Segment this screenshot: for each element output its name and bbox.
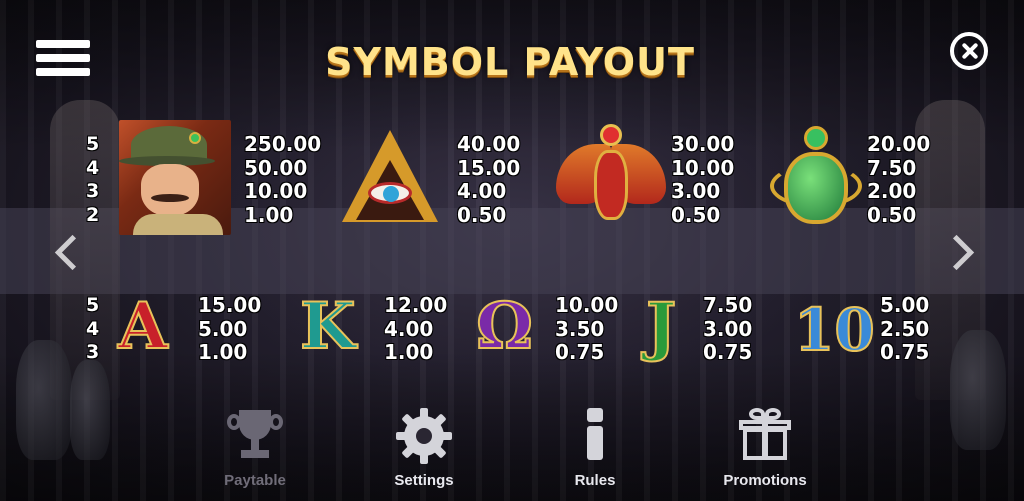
- pay-2: 0.50: [457, 202, 507, 227]
- pay-4: 3.00: [703, 316, 753, 341]
- payout-values: 5.00 2.50 0.75: [880, 293, 930, 365]
- payout-values: 12.00 4.00 1.00: [384, 293, 448, 365]
- nav-promotions[interactable]: Promotions: [700, 408, 830, 489]
- pay-4: 15.00: [457, 155, 521, 180]
- count-2: 2: [86, 203, 100, 226]
- pay-5: 5.00: [880, 293, 930, 317]
- pay-3: 10.00: [244, 179, 308, 203]
- eye-of-horus-pyramid-icon: [342, 130, 438, 222]
- J-letter-icon: J: [645, 289, 677, 364]
- pay-5: 15.00: [198, 293, 262, 317]
- match-counts: 5 4 3 2: [86, 133, 99, 227]
- pay-3: 0.75: [880, 340, 930, 364]
- pay-3: 1.00: [198, 340, 248, 364]
- pay-5: 20.00: [867, 132, 931, 156]
- nav-label: Settings: [394, 472, 454, 489]
- nav-rules[interactable]: Rules: [530, 408, 660, 489]
- payout-values: 10.00 3.50 0.75: [555, 293, 619, 365]
- pay-4: 50.00: [244, 155, 308, 180]
- Q-letter-icon: Ω: [475, 289, 534, 364]
- info-icon: [567, 408, 623, 464]
- A-letter-icon: A: [117, 289, 169, 364]
- next-page-arrow-icon[interactable]: [944, 232, 974, 272]
- page-title: SYMBOL PAYOUT: [325, 40, 695, 84]
- gear-icon: [396, 408, 452, 464]
- K-letter-icon: K: [299, 289, 357, 364]
- menu-icon[interactable]: [36, 40, 90, 84]
- pay-5: 250.00: [244, 132, 322, 156]
- explorer-icon: [119, 120, 231, 235]
- pay-5: 40.00: [457, 132, 521, 156]
- 10-letter-icon: 10: [793, 295, 876, 365]
- pay-4: 10.00: [671, 155, 735, 180]
- pay-3: 4.00: [457, 179, 507, 203]
- pay-3: 3.00: [671, 179, 721, 203]
- pay-5: 12.00: [384, 293, 448, 317]
- pay-4: 7.50: [867, 155, 917, 180]
- count-3: 3: [86, 180, 100, 202]
- pay-5: 10.00: [555, 293, 619, 317]
- count-5: 5: [86, 294, 100, 316]
- nav-paytable[interactable]: Paytable: [190, 408, 320, 489]
- count-5: 5: [86, 133, 100, 155]
- pay-5: 7.50: [703, 293, 753, 317]
- count-4: 4: [86, 317, 100, 340]
- payout-values: 7.50 3.00 0.75: [703, 293, 753, 365]
- nav-label: Promotions: [723, 472, 807, 489]
- payout-values: 40.00 15.00 4.00 0.50: [457, 132, 521, 227]
- count-4: 4: [86, 156, 100, 179]
- pay-4: 3.50: [555, 316, 605, 341]
- pay-2: 0.50: [867, 202, 917, 227]
- nav-label: Paytable: [224, 472, 286, 489]
- pay-4: 4.00: [384, 316, 434, 341]
- bottom-navigation: Paytable Settings Rules Promotions: [0, 400, 1024, 501]
- match-counts: 5 4 3: [86, 294, 99, 365]
- winged-falcon-icon: [556, 124, 666, 234]
- gift-icon: [737, 408, 793, 464]
- payout-values: 250.00 50.00 10.00 1.00: [244, 132, 322, 227]
- pay-4: 5.00: [198, 316, 248, 341]
- pay-2: 0.50: [671, 202, 721, 227]
- nav-label: Rules: [574, 472, 616, 489]
- pay-3: 0.75: [703, 340, 753, 364]
- nav-settings[interactable]: Settings: [359, 408, 489, 489]
- pay-3: 0.75: [555, 340, 605, 364]
- pay-5: 30.00: [671, 132, 735, 156]
- pay-2: 1.00: [244, 202, 294, 227]
- previous-page-arrow-icon[interactable]: [50, 232, 80, 272]
- scarab-icon: [766, 122, 866, 232]
- pay-4: 2.50: [880, 316, 930, 341]
- count-3: 3: [86, 341, 100, 363]
- payout-values: 30.00 10.00 3.00 0.50: [671, 132, 735, 227]
- payout-values: 15.00 5.00 1.00: [198, 293, 262, 365]
- payout-values: 20.00 7.50 2.00 0.50: [867, 132, 931, 227]
- pay-3: 1.00: [384, 340, 434, 364]
- close-icon[interactable]: [950, 32, 988, 70]
- pay-3: 2.00: [867, 179, 917, 203]
- trophy-icon: [227, 408, 283, 464]
